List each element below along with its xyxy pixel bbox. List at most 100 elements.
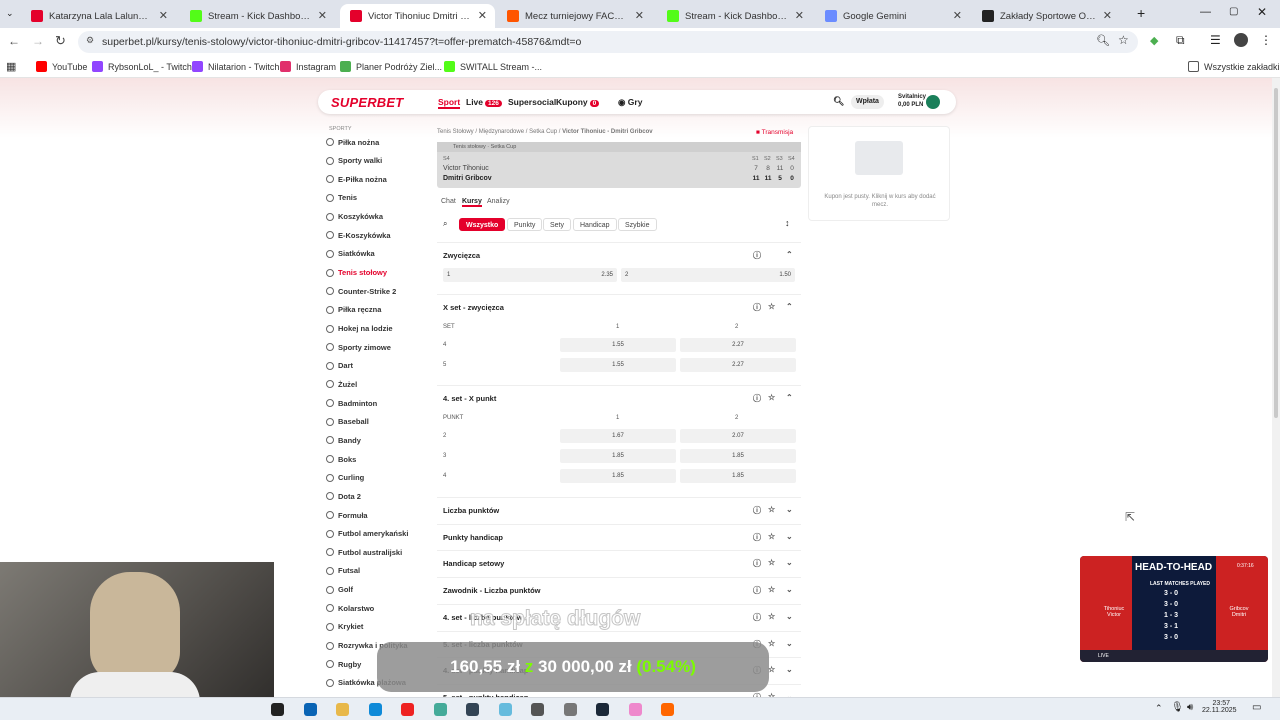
- sidebar-item[interactable]: Żużel: [326, 375, 357, 393]
- favorite-star-icon[interactable]: ☆: [768, 612, 775, 621]
- odd-button[interactable]: 1.85: [560, 449, 676, 463]
- tiktok-icon[interactable]: [303, 703, 317, 716]
- bookmark-item[interactable]: RybsonLoL_ - Twitch: [92, 61, 192, 72]
- tab-search-icon[interactable]: ⌄: [6, 8, 14, 19]
- odd-button[interactable]: 2.27: [680, 338, 796, 352]
- sidebar-item[interactable]: Rugby: [326, 655, 361, 673]
- notifications-icon[interactable]: ▭: [1252, 702, 1261, 713]
- browser-tab[interactable]: Stream - Kick Dashboard ✕: [180, 4, 335, 28]
- sidebar-item[interactable]: Kolarstwo: [326, 599, 374, 617]
- sidebar-item[interactable]: Counter-Strike 2: [326, 282, 396, 300]
- sidebar-item[interactable]: Piłka ręczna: [326, 301, 381, 319]
- sidebar-item[interactable]: E-Piłka nożna: [326, 170, 387, 188]
- sidebar-item[interactable]: Futbol amerykański: [326, 525, 408, 543]
- chevron-up-icon[interactable]: ⌃: [786, 302, 793, 311]
- favorite-star-icon[interactable]: ☆: [768, 585, 775, 594]
- favorite-star-icon[interactable]: ☆: [768, 665, 775, 674]
- nav-gry[interactable]: ◉ Gry: [618, 97, 642, 108]
- tab-close-icon[interactable]: ✕: [478, 9, 487, 22]
- chevron-up-icon[interactable]: ⌃: [786, 250, 793, 259]
- sidebar-item[interactable]: Golf: [326, 581, 353, 599]
- apps-grid-icon[interactable]: ▦: [6, 60, 16, 73]
- info-icon[interactable]: ⓘ: [753, 585, 761, 596]
- forward-icon[interactable]: →: [32, 34, 44, 48]
- tab-kursy[interactable]: Kursy: [462, 198, 482, 207]
- site-info-icon[interactable]: ⚙: [86, 35, 94, 46]
- market-header[interactable]: Handicap setowy ⓘ ☆ ⌄: [437, 550, 801, 575]
- browser-tab[interactable]: Zakłady Sportowe Online | Obs ✕: [972, 4, 1120, 28]
- breadcrumb-item[interactable]: Międzynarodowe: [479, 129, 524, 135]
- chevron-down-icon[interactable]: ⌄: [786, 612, 793, 621]
- chevron-down-icon[interactable]: ⌄: [786, 639, 793, 648]
- app-icon[interactable]: [563, 703, 577, 716]
- bookmark-item[interactable]: SWITALL Stream -...: [444, 61, 542, 72]
- sidebar-item[interactable]: Dart: [326, 357, 353, 375]
- odd-button[interactable]: 1.55: [560, 358, 676, 372]
- filter-chip[interactable]: Handicap: [573, 218, 617, 231]
- info-icon[interactable]: ⓘ: [753, 250, 761, 261]
- sidebar-item[interactable]: Formuła: [326, 506, 368, 524]
- filter-chip[interactable]: Sety: [543, 218, 572, 231]
- market-header[interactable]: Zawodnik - Liczba punktów ⓘ ☆ ⌄: [437, 577, 801, 602]
- tab-close-icon[interactable]: ✕: [318, 9, 327, 22]
- bookmark-item[interactable]: YouTube: [36, 61, 87, 72]
- chevron-down-icon[interactable]: ⌄: [786, 505, 793, 514]
- wplata-button[interactable]: Wpłata: [851, 95, 884, 109]
- tab-close-icon[interactable]: ✕: [953, 9, 962, 22]
- sidebar-item[interactable]: Krykiet: [326, 618, 363, 636]
- market-header[interactable]: 4. set - X punkt ⓘ ☆ ⌃: [437, 385, 801, 409]
- favorite-star-icon[interactable]: ☆: [768, 558, 775, 567]
- sidebar-item[interactable]: Futbol australijski: [326, 543, 402, 561]
- odd-button[interactable]: 1.67: [560, 429, 676, 443]
- browser-tab[interactable]: Victor Tihoniuc Dmitri Gribcov ✕: [340, 4, 495, 28]
- sidebar-item[interactable]: Sporty zimowe: [326, 338, 391, 356]
- volume-icon[interactable]: 🔊︎: [1187, 702, 1193, 713]
- info-icon[interactable]: ⓘ: [753, 612, 761, 623]
- filter-chip[interactable]: Wszystko: [459, 218, 506, 231]
- sidebar-item[interactable]: Siatkówka: [326, 245, 375, 263]
- favorite-star-icon[interactable]: ☆: [768, 532, 775, 541]
- tab-close-icon[interactable]: ✕: [635, 9, 644, 22]
- tab-chat[interactable]: Chat: [441, 198, 456, 205]
- market-header[interactable]: Liczba punktów ⓘ ☆ ⌄: [437, 497, 801, 521]
- scroll-thumb[interactable]: [1274, 88, 1278, 418]
- tray-chevron-icon[interactable]: ⌃: [1155, 703, 1163, 714]
- sidebar-item[interactable]: Futsal: [326, 562, 360, 580]
- app-icon[interactable]: [271, 703, 284, 716]
- browser-tab[interactable]: Google Gemini ✕: [815, 4, 970, 28]
- all-bookmarks[interactable]: Wszystkie zakładki: [1188, 61, 1280, 72]
- nav-supersocial[interactable]: Supersocial: [508, 97, 556, 107]
- search-icon[interactable]: 🔍︎: [833, 96, 844, 107]
- page-scrollbar[interactable]: [1272, 78, 1280, 698]
- edge-icon[interactable]: [368, 703, 382, 716]
- market-header[interactable]: Punkty handicap ⓘ ☆ ⌄: [437, 523, 801, 548]
- superbet-logo[interactable]: SUPERBET: [331, 95, 403, 110]
- sidebar-item[interactable]: Tenis: [326, 189, 357, 207]
- info-icon[interactable]: ⓘ: [753, 558, 761, 569]
- sidebar-item[interactable]: E-Koszykówka: [326, 226, 391, 244]
- browser-tab[interactable]: Stream - Kick Dashboard ✕: [657, 4, 812, 28]
- bookmark-item[interactable]: Instagram: [280, 61, 336, 72]
- chevron-up-icon[interactable]: ⌃: [786, 393, 793, 402]
- user-avatar[interactable]: [926, 95, 940, 109]
- sort-icon[interactable]: ↕: [785, 218, 790, 228]
- extension-icon[interactable]: ◆: [1150, 34, 1158, 47]
- url-input[interactable]: superbet.pl/kursy/tenis-stolowy/victor-t…: [78, 31, 1138, 53]
- profile-avatar[interactable]: [1234, 33, 1248, 47]
- info-icon[interactable]: ⓘ: [753, 393, 761, 404]
- breadcrumb-item[interactable]: Setka Cup: [529, 129, 557, 135]
- odd-button-1[interactable]: 1 2.35: [443, 268, 617, 282]
- market-header[interactable]: X set - zwycięzca ⓘ ☆ ⌃: [437, 294, 801, 318]
- odd-button[interactable]: 1.85: [680, 469, 796, 483]
- maximize-button[interactable]: ▢: [1229, 6, 1238, 17]
- zoom-icon[interactable]: 🔍︎: [1096, 34, 1110, 47]
- steam-icon[interactable]: [596, 703, 609, 716]
- menu-icon[interactable]: ⋮: [1260, 33, 1272, 47]
- extensions-puzzle-icon[interactable]: ⧉: [1176, 33, 1185, 48]
- sidebar-item[interactable]: Hokej na lodzie: [326, 320, 393, 338]
- chevron-down-icon[interactable]: ⌄: [786, 585, 793, 594]
- sidebar-item[interactable]: Sporty walki: [326, 152, 382, 170]
- browser-tab[interactable]: Mecz turniejowy FACEIT - FACE ✕: [497, 4, 652, 28]
- close-window-button[interactable]: ✕: [1257, 5, 1267, 19]
- back-icon[interactable]: ←: [8, 34, 20, 48]
